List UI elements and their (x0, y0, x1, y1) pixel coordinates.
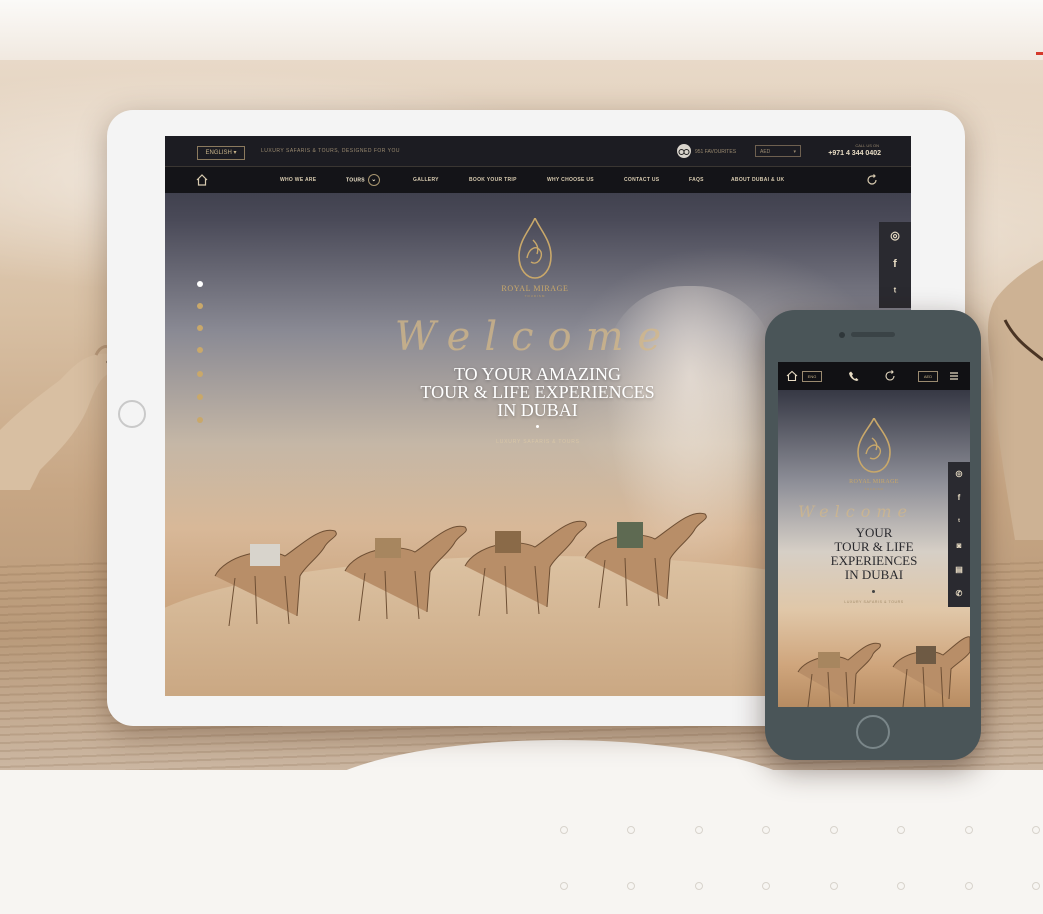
royal-mirage-logo (857, 418, 891, 473)
pagination-dot[interactable] (197, 394, 203, 400)
hero-headline-line-3: EXPERIENCES (830, 553, 918, 568)
pagination-dot[interactable] (197, 347, 203, 353)
hero-headline-line-3: IN DUBAI (497, 400, 578, 420)
nav-item-faqs[interactable]: FAQS (689, 177, 704, 183)
currency-selector[interactable]: AED (918, 371, 938, 382)
phone-screen: ENG AED ROYAL MIRAGE TOURISM Welcome YOU… (778, 362, 970, 707)
camel-caravan-illustration (797, 636, 970, 707)
brand-accent-mark (1036, 52, 1043, 55)
pagination-dot[interactable] (197, 303, 203, 309)
phone-home-button (856, 715, 890, 749)
currency-value: AED (760, 149, 771, 155)
welcome-script: Welcome (394, 314, 676, 360)
twitter-icon[interactable]: ᵗ (948, 510, 970, 534)
pagination-dot[interactable] (197, 417, 203, 423)
hero-subtitle: LUXURY SAFARIS & TOURS (496, 439, 580, 445)
chevron-down-icon: ▾ (793, 149, 796, 155)
hero-headline-line-4: IN DUBAI (844, 567, 904, 582)
pagination-dot[interactable] (197, 371, 203, 377)
home-icon[interactable] (195, 173, 209, 187)
phone-icon[interactable] (848, 370, 860, 382)
nav-item-label: TOURS (346, 177, 365, 184)
camel-side-illustration (987, 260, 1043, 540)
social-sidebar: ◎ f ᵗ ◙ ▤ ✆ (948, 462, 970, 607)
nav-item-contact-us[interactable]: CONTACT US (624, 177, 659, 183)
reviews-count[interactable]: 951 FAVOURITES (695, 149, 736, 155)
nav-item-book-your-trip[interactable]: BOOK YOUR TRIP (469, 177, 517, 183)
mobile-top-bar: ENG AED (778, 362, 970, 390)
instagram-icon[interactable]: ◙ (948, 534, 970, 558)
language-selector[interactable]: ENG (802, 371, 822, 382)
brand-name: ROYAL MIRAGE (849, 479, 899, 485)
top-utility-bar: ENGLISH ▾ LUXURY SAFARIS & TOURS, DESIGN… (165, 136, 911, 167)
pagination-dot[interactable] (197, 325, 203, 331)
currency-selector[interactable]: AED ▾ (755, 145, 801, 157)
refresh-icon[interactable] (884, 370, 896, 382)
phone-speaker (851, 332, 895, 337)
nav-item-who-we-are[interactable]: WHO WE ARE (280, 177, 316, 183)
tripadvisor-icon[interactable]: ◎ (879, 222, 911, 250)
nav-item-tours[interactable]: TOURS ⌄ (346, 174, 380, 186)
home-icon[interactable] (786, 370, 798, 382)
phone-number[interactable]: +971 4 344 0402 (821, 150, 881, 157)
facebook-icon[interactable]: f (948, 486, 970, 510)
nav-item-about-dubai[interactable]: ABOUT DUBAI & UK (731, 177, 784, 183)
decorative-dot-row (560, 826, 1040, 836)
nav-item-gallery[interactable]: GALLERY (413, 177, 439, 183)
phone-device: ENG AED ROYAL MIRAGE TOURISM Welcome YOU… (765, 310, 981, 760)
printer-icon[interactable]: ▤ (948, 558, 970, 582)
hero-subtitle: LUXURY SAFARIS & TOURS (844, 600, 904, 604)
tripadvisor-icon[interactable]: ◎ (948, 462, 970, 486)
tablet-home-button (118, 400, 146, 428)
hero-headline-line-1: YOUR (855, 525, 893, 540)
tagline: LUXURY SAFARIS & TOURS, DESIGNED FOR YOU (261, 148, 401, 154)
whatsapp-icon[interactable]: ✆ (948, 582, 970, 606)
menu-icon[interactable] (948, 370, 960, 382)
social-sidebar: ◎ f ᵗ (879, 222, 911, 308)
brand-name: ROYAL MIRAGE (501, 284, 569, 293)
language-selector[interactable]: ENGLISH ▾ (197, 146, 245, 160)
camel-caravan-illustration (214, 512, 707, 627)
twitter-icon[interactable]: ᵗ (879, 278, 911, 306)
hero-divider-dot (872, 590, 875, 593)
decorative-dot-row (560, 882, 1040, 892)
phone-camera (839, 332, 845, 338)
refresh-icon[interactable] (865, 173, 879, 187)
chevron-down-icon[interactable]: ⌄ (367, 174, 380, 186)
pagination-dot-active[interactable] (197, 281, 203, 287)
hero-headline-line-2: TOUR & LIFE (834, 539, 914, 554)
brand-subtitle: TOURISM (524, 294, 546, 298)
welcome-script: Welcome (798, 502, 913, 521)
call-label: CALL US ON (855, 143, 879, 148)
nav-item-why-choose-us[interactable]: WHY CHOOSE US (547, 177, 594, 183)
main-nav: WHO WE ARE TOURS ⌄ GALLERY BOOK YOUR TRIP… (165, 167, 911, 193)
facebook-icon[interactable]: f (879, 250, 911, 278)
tripadvisor-icon[interactable] (677, 144, 691, 158)
slide-pagination (195, 281, 207, 431)
hero-divider-dot (536, 425, 539, 428)
royal-mirage-logo (518, 218, 552, 279)
brand-subtitle: TOURISM (864, 487, 884, 491)
